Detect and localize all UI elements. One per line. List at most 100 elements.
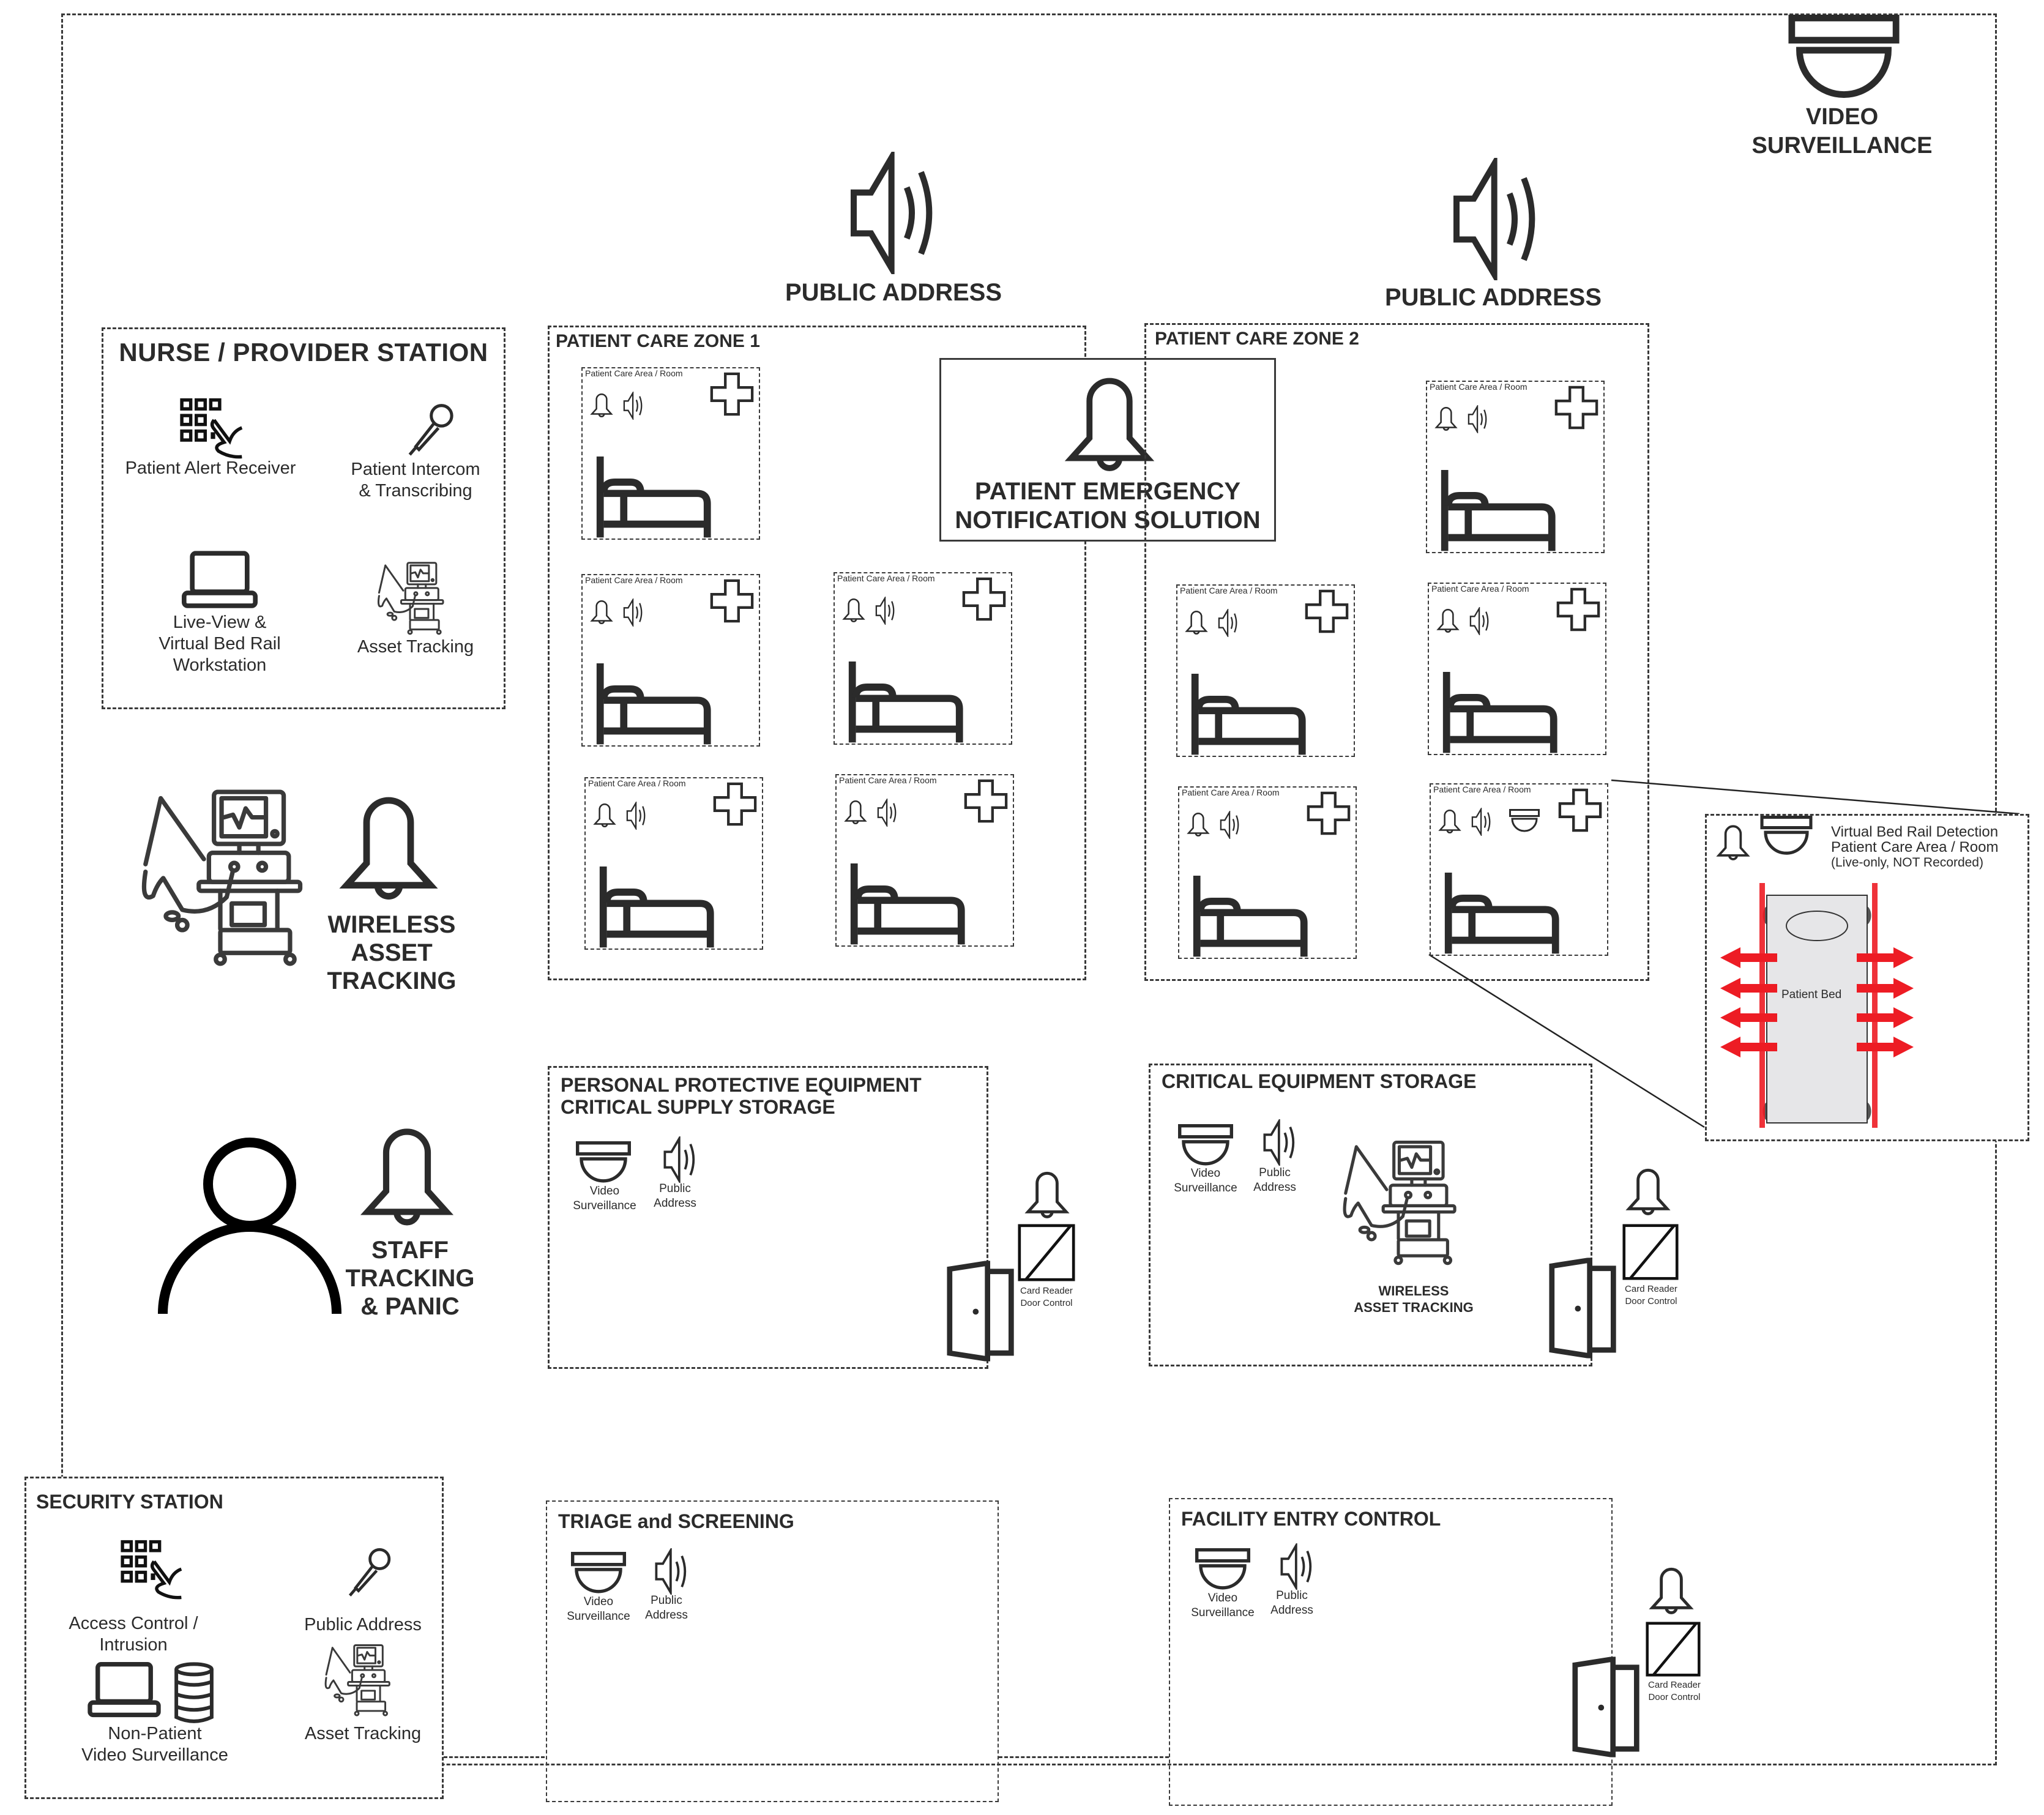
dome-camera-icon: [1176, 1124, 1235, 1168]
dome-camera-icon: [569, 1552, 628, 1596]
security-public-address-label: Public Address: [304, 1615, 422, 1634]
critical-video-line1: Video: [1190, 1167, 1221, 1180]
critical-asset-label: WIRELESS ASSET TRACKING: [1316, 1283, 1512, 1316]
card-reader-icon[interactable]: [1644, 1622, 1703, 1677]
bed-icon: [586, 663, 726, 745]
wireless-line1: WIRELESS: [327, 911, 456, 938]
security-station[interactable]: SECURITY STATION Access Control / Intrus…: [24, 1477, 444, 1799]
ppe-pa-label: Public Address: [641, 1182, 709, 1211]
staff-line1: STAFF: [371, 1237, 449, 1264]
critical-card-line2: Door Control: [1625, 1296, 1677, 1306]
speaker-icon: [1463, 405, 1494, 433]
critical-card-reader-label: Card Reader Door Control: [1614, 1283, 1688, 1308]
patient-care-room[interactable]: Patient Care Area / Room: [581, 574, 760, 747]
ppe-video-line2: Surveillance: [573, 1199, 636, 1212]
critical-storage-title: CRITICAL EQUIPMENT STORAGE: [1162, 1070, 1477, 1092]
critical-equipment-storage[interactable]: CRITICAL EQUIPMENT STORAGE Video Surveil…: [1149, 1064, 1592, 1366]
speaker-icon: [1213, 609, 1245, 637]
person-icon: [158, 1132, 341, 1322]
zone2-title: PATIENT CARE ZONE 2: [1155, 329, 1359, 349]
card-reader-icon[interactable]: [1016, 1224, 1077, 1281]
patient-care-room[interactable]: Patient Care Area / Room: [835, 774, 1014, 947]
speaker-icon: [1253, 1119, 1308, 1166]
ppe-video-line1: Video: [589, 1185, 620, 1198]
speaker-icon: [654, 1136, 709, 1183]
bed-icon: [840, 863, 980, 945]
bed-rail-line1: Virtual Bed Rail Detection: [1831, 824, 1999, 840]
ventilator-icon: [323, 1644, 390, 1717]
patient-care-room[interactable]: Patient Care Area / Room: [1430, 783, 1608, 956]
bell-icon: [1185, 810, 1211, 838]
patient-intercom-line1: Patient Intercom: [351, 460, 480, 479]
entry-pa-label: Public Address: [1258, 1589, 1326, 1618]
video-surveillance-line1: VIDEO: [1805, 104, 1879, 130]
staff-tracking-label: STAFF TRACKING & PANIC: [324, 1236, 496, 1321]
entry-video-line1: Video: [1207, 1592, 1238, 1604]
bell-icon: [1184, 608, 1209, 636]
security-station-title: SECURITY STATION: [36, 1491, 223, 1513]
ppe-card-line1: Card Reader: [1020, 1286, 1073, 1296]
triage-video-line1: Video: [583, 1595, 614, 1608]
triage-screening[interactable]: TRIAGE and SCREENING Video Surveillance …: [546, 1500, 999, 1802]
bell-icon: [355, 1114, 459, 1233]
patient-care-room[interactable]: Patient Care Area / Room: [581, 367, 760, 540]
bell-icon: [334, 783, 444, 906]
speaker-icon: [618, 598, 650, 627]
wireless-asset-tracking-label: WIRELESS ASSET TRACKING: [306, 911, 477, 995]
wireless-line2: ASSET: [351, 939, 433, 966]
triage-pa-line2: Address: [645, 1609, 688, 1622]
room-label: Patient Care Area / Room: [1182, 788, 1280, 797]
dome-camera-icon: [574, 1141, 633, 1185]
connector-triage-entry: [999, 1756, 1169, 1758]
dome-camera-icon: [1756, 816, 1817, 857]
keypad-touch-icon: [119, 1540, 187, 1600]
entry-video-line2: Surveillance: [1191, 1606, 1255, 1619]
patient-intercom-line2: & Transcribing: [359, 481, 472, 501]
dome-camera-icon: [1786, 15, 1902, 103]
bed-rail-line3: (Live-only, NOT Recorded): [1831, 855, 1983, 870]
triage-pa-line1: Public: [651, 1594, 682, 1607]
live-view-line2: Virtual Bed Rail: [159, 634, 281, 654]
facility-entry-control[interactable]: FACILITY ENTRY CONTROL Video Surveillanc…: [1169, 1498, 1613, 1806]
patient-care-room[interactable]: Patient Care Area / Room: [584, 777, 763, 950]
bed-icon: [1183, 876, 1322, 958]
ppe-critical-supply-storage[interactable]: PERSONAL PROTECTIVE EQUIPMENT CRITICAL S…: [548, 1066, 988, 1369]
virtual-bed-rail-detail[interactable]: Virtual Bed Rail Detection Patient Care …: [1705, 814, 2029, 1141]
room-label: Patient Care Area / Room: [1180, 586, 1278, 595]
speaker-icon: [1270, 1543, 1326, 1590]
bell-icon: [589, 390, 614, 419]
door-icon[interactable]: [946, 1251, 1017, 1371]
patient-care-room[interactable]: Patient Care Area / Room: [1426, 381, 1605, 553]
critical-video-label: Video Surveillance: [1163, 1166, 1248, 1196]
speaker-icon: [621, 802, 653, 830]
nurse-provider-station[interactable]: NURSE / PROVIDER STATION Patient Alert R…: [102, 327, 505, 709]
bell-icon: [592, 800, 617, 829]
door-icon[interactable]: [1572, 1647, 1643, 1767]
door-icon[interactable]: [1548, 1248, 1619, 1368]
ppe-card-reader-label: Card Reader Door Control: [1010, 1285, 1083, 1310]
ppe-title: PERSONAL PROTECTIVE EQUIPMENT CRITICAL S…: [561, 1074, 922, 1118]
patient-care-room[interactable]: Patient Care Area / Room: [834, 572, 1012, 745]
triage-title: TRIAGE and SCREENING: [558, 1510, 794, 1532]
ventilator-icon: [376, 562, 444, 635]
room-label: Patient Care Area / Room: [585, 575, 683, 585]
patient-care-room[interactable]: Patient Care Area / Room: [1428, 583, 1606, 755]
live-view-line1: Live-View &: [173, 613, 267, 632]
nurse-station-title: NURSE / PROVIDER STATION: [119, 338, 488, 367]
entry-card-line1: Card Reader: [1648, 1680, 1701, 1690]
room-label: Patient Care Area / Room: [588, 778, 686, 788]
entry-card-line2: Door Control: [1648, 1692, 1701, 1702]
room-label: Patient Care Area / Room: [1431, 584, 1529, 594]
room-label: Patient Care Area / Room: [585, 368, 683, 378]
security-asset-tracking-label: Asset Tracking: [304, 1724, 422, 1743]
non-patient-video-label: Non-Patient Video Surveillance: [63, 1723, 247, 1766]
patient-care-room[interactable]: Patient Care Area / Room: [1176, 584, 1355, 757]
card-reader-icon[interactable]: [1621, 1224, 1680, 1280]
critical-pa-label: Public Address: [1241, 1166, 1308, 1195]
speaker-icon: [1464, 607, 1496, 635]
ppe-pa-line2: Address: [654, 1197, 696, 1210]
speaker-icon: [1215, 811, 1247, 839]
triage-video-label: Video Surveillance: [556, 1595, 641, 1624]
bell-icon: [843, 797, 868, 826]
patient-care-room[interactable]: Patient Care Area / Room: [1178, 786, 1357, 959]
